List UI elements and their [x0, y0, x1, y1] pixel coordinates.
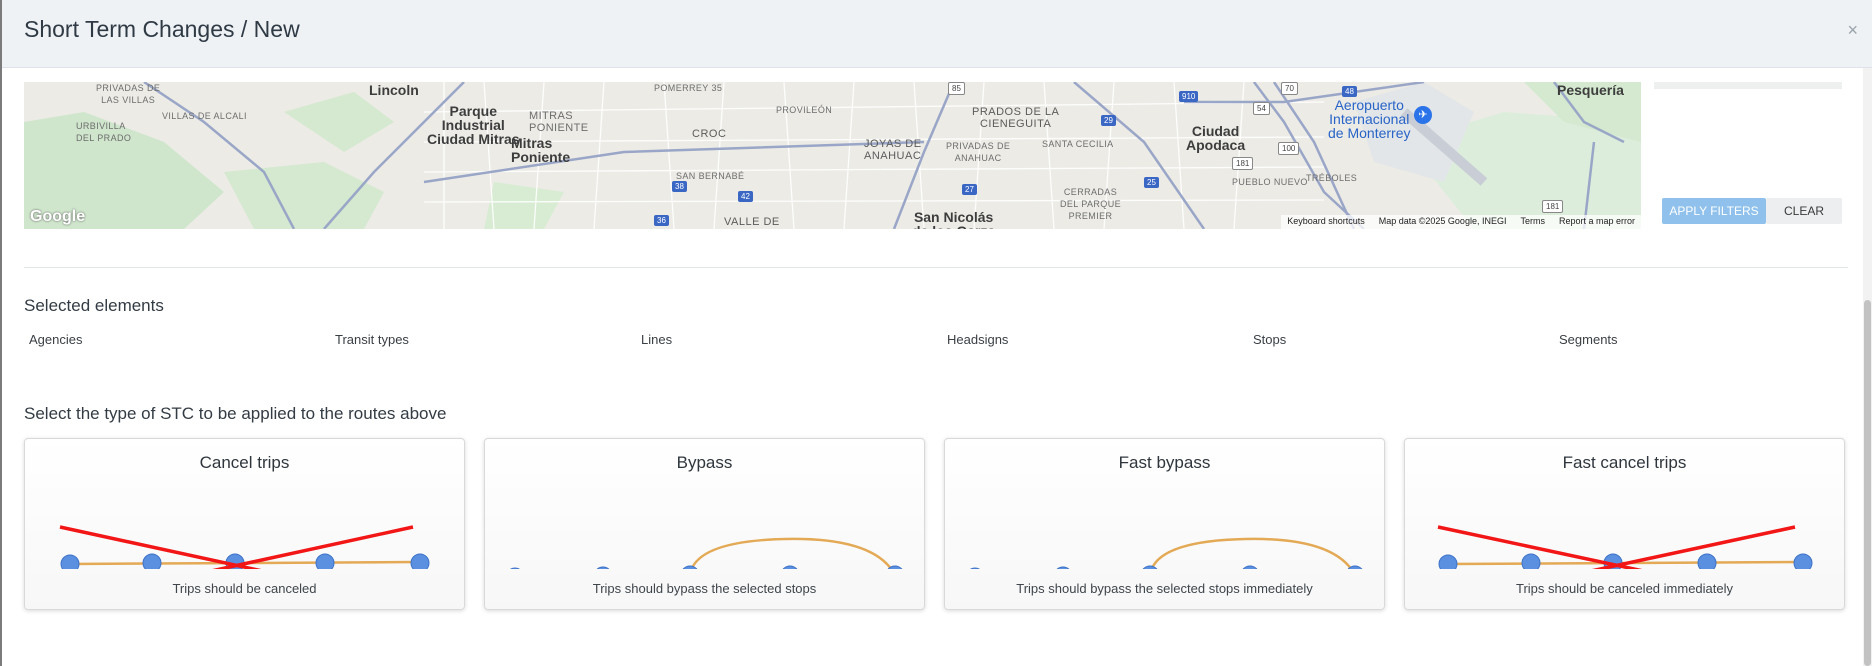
map-label-pesqueria: Pesquería — [1557, 82, 1624, 98]
card-description: Trips should bypass the selected stops — [592, 581, 817, 596]
modal-title: Short Term Changes / New — [24, 16, 300, 42]
map-label-santa-cecilia: SANTA CECILIA — [1042, 139, 1114, 149]
cancel-trips-diagram-icon — [59, 525, 430, 569]
card-title: Fast cancel trips — [1562, 453, 1687, 472]
column-segments: Segments — [1559, 332, 1618, 347]
stc-card-fast-cancel-trips[interactable]: Fast cancel trips Trips should be cancel… — [1404, 438, 1845, 610]
card-description: Trips should bypass the selected stops i… — [1016, 581, 1313, 596]
card-description: Trips should be canceled — [172, 581, 317, 596]
map-label-aeropuerto: Aeropuerto Internacional de Monterrey — [1328, 97, 1411, 141]
map-badge-85: 85 — [948, 82, 965, 95]
apply-filters-button[interactable]: APPLY FILTERS — [1662, 198, 1766, 224]
map-badge-36: 36 — [654, 215, 669, 226]
card-description: Trips should be canceled immediately — [1515, 581, 1733, 596]
map-label-mitras-poniente-caps: MITRAS PONIENTE — [529, 110, 589, 134]
column-agencies: Agencies — [29, 332, 83, 347]
map-label-treboles: TRÉBOLES — [1306, 173, 1358, 183]
stc-type-title: Select the type of STC to be applied to … — [24, 404, 447, 423]
clear-button[interactable]: CLEAR — [1766, 198, 1842, 224]
map-label-pomerrey: POMERREY 35 — [654, 83, 723, 93]
map-label-prados: PRADOS DE LA CIENEGUITA — [972, 106, 1060, 130]
map-badge-48: 48 — [1342, 86, 1357, 97]
map-label-villas-alcali: VILLAS DE ALCALI — [162, 111, 247, 121]
column-stops: Stops — [1253, 332, 1287, 347]
map-label-privadas: PRIVADAS DE LAS VILLAS — [96, 83, 161, 105]
map-label-san-nicolas: San Nicolás de los Garza — [912, 209, 995, 229]
close-icon[interactable]: × — [1847, 20, 1858, 41]
map-label-cerradas: CERRADAS DEL PARQUE PREMIER — [1060, 187, 1122, 221]
card-title: Bypass — [676, 453, 733, 472]
map-badge-27: 27 — [962, 184, 977, 195]
map-data-attribution: Map data ©2025 Google, INEGI — [1378, 216, 1507, 226]
terms-link[interactable]: Terms — [1520, 216, 1545, 228]
airport-icon: ✈ — [1414, 106, 1432, 124]
column-lines: Lines — [641, 332, 673, 347]
map-label-provileon: PROVILEÓN — [776, 105, 833, 115]
map-footer: Keyboard shortcuts Map data ©2025 Google… — [1281, 215, 1641, 229]
map-badge-181a: 181 — [1232, 157, 1254, 170]
bypass-diagram-icon — [509, 537, 903, 569]
map-label-san-bernabe: SAN BERNABÉ — [676, 171, 745, 181]
filter-sidebar-field — [1654, 82, 1842, 89]
map-label-croc: CROC — [692, 128, 727, 140]
map-label-pueblo-nuevo: PUEBLO NUEVO — [1232, 177, 1308, 187]
map-label-ciudad-apodaca: Ciudad Apodaca — [1186, 123, 1246, 153]
map-badge-54: 54 — [1253, 102, 1270, 115]
map-badge-38: 38 — [672, 181, 687, 192]
selected-elements-title: Selected elements — [24, 296, 164, 315]
map-badge-100: 100 — [1278, 142, 1300, 155]
map-badge-42: 42 — [738, 191, 753, 202]
map-label-urbivilla: URBIVILLA DEL PRADO — [76, 121, 132, 143]
map-badge-181b: 181 — [1542, 200, 1564, 213]
stc-card-cancel-trips[interactable]: Cancel trips Trips should be canceled — [24, 438, 465, 610]
map-view[interactable]: PRIVADAS DE LAS VILLAS URBIVILLA DEL PRA… — [24, 82, 1641, 229]
section-divider — [24, 267, 1848, 268]
map-badge-29: 29 — [1101, 115, 1116, 126]
map-label-privadas-anahuac: PRIVADAS DE ANAHUAC — [946, 141, 1011, 163]
scrollbar-thumb[interactable] — [1864, 300, 1871, 666]
map-label-mitras-poniente: Mitras Poniente — [511, 135, 571, 165]
map-label-joyas: JOYAS DE ANAHUAC — [864, 138, 922, 162]
column-headsigns: Headsigns — [947, 332, 1009, 347]
google-logo: Google — [30, 208, 86, 225]
modal-header: Short Term Changes / New × — [2, 0, 1872, 68]
stc-card-bypass[interactable]: Bypass Trips should bypass the selected … — [484, 438, 925, 610]
keyboard-shortcuts-link[interactable]: Keyboard shortcuts — [1287, 216, 1365, 228]
column-transit-types: Transit types — [335, 332, 409, 347]
card-title: Fast bypass — [1118, 453, 1211, 472]
fast-cancel-trips-diagram-icon — [1437, 525, 1813, 569]
map-badge-25: 25 — [1144, 177, 1159, 188]
map-label-lincoln: Lincoln — [369, 82, 419, 98]
stc-card-fast-bypass[interactable]: Fast bypass Trips should bypass the sele… — [944, 438, 1385, 610]
map-label-parque: Parque Industrial Ciudad Mitras — [427, 103, 520, 147]
map-label-valle: VALLE DE — [724, 216, 780, 228]
stc-modal: Short Term Changes / New × PRIVADAS DE L… — [2, 0, 1872, 666]
card-title: Cancel trips — [199, 453, 290, 472]
fast-bypass-diagram-icon — [969, 537, 1363, 569]
map-badge-910: 910 — [1179, 91, 1199, 102]
report-map-error-link[interactable]: Report a map error — [1559, 216, 1635, 228]
map-badge-70: 70 — [1281, 82, 1298, 95]
